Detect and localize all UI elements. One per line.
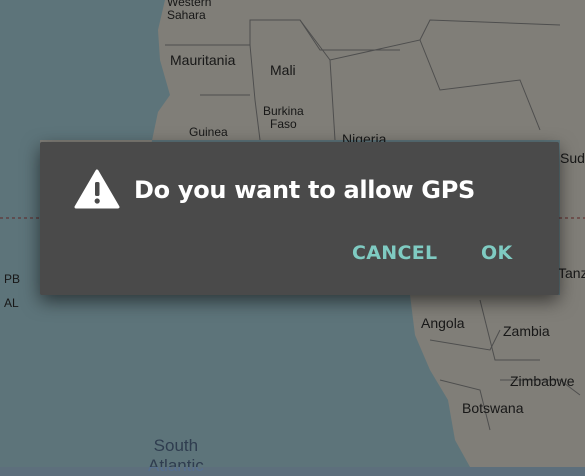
dialog-title: Do you want to allow GPS — [134, 176, 475, 204]
warning-icon — [74, 169, 120, 209]
ok-button[interactable]: OK — [481, 242, 512, 264]
gps-permission-dialog: Do you want to allow GPS CANCEL OK — [40, 142, 559, 295]
cancel-button[interactable]: CANCEL — [352, 242, 437, 264]
